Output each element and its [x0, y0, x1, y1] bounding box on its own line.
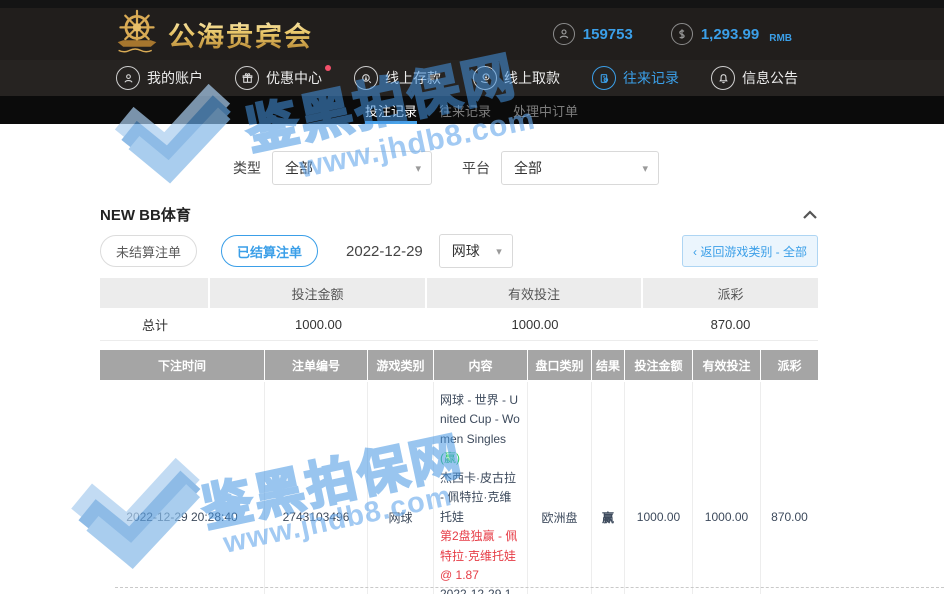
nav-item-transaction-records[interactable]: 往来记录 [592, 66, 679, 90]
brand-name: 公海贵宾会 [168, 15, 313, 54]
col-header-bet-time: 下注时间 [100, 350, 265, 380]
cell-bet-time: 2022-12-29 20:28:40 [100, 382, 265, 594]
withdraw-icon [473, 66, 497, 90]
header-account-area: 159753 1,293.99 RMB [553, 23, 792, 45]
section-header: NEW BB体育 [100, 204, 818, 225]
col-header-result: 结果 [592, 350, 625, 380]
dollar-icon [671, 23, 693, 45]
date-label: 2022-12-29 [346, 243, 423, 260]
ship-wheel-icon [112, 9, 162, 60]
brand-logo[interactable]: 公海贵宾会 [112, 9, 313, 60]
cell-valid-bet: 1000.00 [693, 382, 761, 594]
col-header-content: 内容 [434, 350, 528, 380]
summary-table: 投注金额 有效投注 派彩 总计 1000.00 1000.00 870.00 [100, 278, 818, 341]
cell-order-no: 2743103496 [265, 382, 368, 594]
platform-filter-label: 平台 [462, 158, 490, 178]
deposit-icon [354, 66, 378, 90]
section-title: NEW BB体育 [100, 204, 191, 225]
bottom-divider [115, 587, 944, 588]
subnav-item-bet-records[interactable]: 投注记录 [365, 96, 417, 124]
game-select[interactable]: 网球 ▾ [439, 234, 513, 268]
bet-match: 杰西卡·皮古拉 - 佩特拉·克维托娃 [440, 469, 521, 527]
user-icon [116, 66, 140, 90]
summary-payout: 870.00 [643, 308, 818, 341]
col-header-valid-bet: 有效投注 [693, 350, 761, 380]
subnav-item-pending-orders[interactable]: 处理中订单 [513, 96, 578, 124]
settled-orders-button[interactable]: 已结算注单 [221, 235, 318, 267]
cell-payout: 870.00 [761, 382, 818, 594]
top-header: 公海贵宾会 159753 1,293.99 RMB [0, 8, 944, 60]
chevron-down-icon: ▾ [642, 162, 648, 175]
subnav-item-transaction-records[interactable]: 往来记录 [439, 96, 491, 124]
col-header-game-type: 游戏类别 [368, 350, 434, 380]
chevron-down-icon: ▾ [496, 245, 502, 258]
nav-item-deposit[interactable]: 线上存款 [354, 66, 441, 90]
back-to-categories-button[interactable]: ‹ 返回游戏类别 - 全部 [682, 235, 818, 267]
platform-select-value: 全部 [514, 158, 634, 178]
bet-selection: 第2盘独赢 - 佩特拉·克维托娃 @ 1.87 [440, 527, 521, 585]
user-id-display[interactable]: 159753 [553, 23, 633, 45]
content: 类型 全部 ▾ 平台 全部 ▾ NEW BB体育 未结算注单 已结算注单 202… [100, 151, 818, 594]
bet-filter-row: 未结算注单 已结算注单 2022-12-29 网球 ▾ ‹ 返回游戏类别 - 全… [100, 234, 818, 268]
balance-value: 1,293.99 [701, 26, 759, 43]
cell-game-type: 网球 [368, 382, 434, 594]
nav-item-promotions[interactable]: 优惠中心 [235, 66, 322, 90]
summary-total-label: 总计 [100, 308, 210, 341]
user-icon [553, 23, 575, 45]
bet-league: 网球 - 世界 - United Cup - Women Singles [440, 393, 520, 446]
platform-select[interactable]: 全部 ▾ [501, 151, 659, 185]
game-select-value: 网球 [452, 241, 488, 261]
chevron-up-icon[interactable] [802, 210, 818, 220]
page: 公海贵宾会 159753 1,293.99 RMB [0, 0, 944, 594]
records-icon [592, 66, 616, 90]
unsettled-orders-button[interactable]: 未结算注单 [100, 235, 197, 267]
cell-result: 赢 [592, 382, 625, 594]
col-header-order-no: 注单编号 [265, 350, 368, 380]
summary-header-valid-bet: 有效投注 [427, 278, 643, 308]
type-select[interactable]: 全部 ▾ [272, 151, 432, 185]
bet-records-table: 下注时间 注单编号 游戏类别 内容 盘口类别 结果 投注金额 有效投注 派彩 2… [100, 350, 818, 594]
filter-row: 类型 全部 ▾ 平台 全部 ▾ [233, 151, 818, 185]
top-strip [0, 0, 944, 8]
bet-result-tag: (赢) [440, 451, 460, 465]
type-select-value: 全部 [285, 158, 407, 178]
col-header-payout: 派彩 [761, 350, 818, 380]
nav-item-announcements[interactable]: 信息公告 [711, 66, 798, 90]
nav-item-withdraw[interactable]: 线上取款 [473, 66, 560, 90]
summary-header-empty [100, 278, 210, 308]
bell-icon [711, 66, 735, 90]
summary-header-payout: 派彩 [643, 278, 818, 308]
user-id-value: 159753 [583, 26, 633, 43]
summary-valid-bet: 1000.00 [427, 308, 643, 341]
cell-bet-content: 网球 - 世界 - United Cup - Women Singles (赢)… [434, 382, 528, 594]
summary-bet-amount: 1000.00 [210, 308, 427, 341]
balance-display[interactable]: 1,293.99 RMB [671, 23, 792, 45]
sub-nav: 投注记录 往来记录 处理中订单 [0, 96, 944, 124]
type-filter-label: 类型 [233, 158, 261, 178]
nav-item-my-account[interactable]: 我的账户 [116, 66, 203, 90]
cell-bet-amount: 1000.00 [625, 382, 693, 594]
col-header-bet-amount: 投注金额 [625, 350, 693, 380]
col-header-market-type: 盘口类别 [528, 350, 592, 380]
summary-header-bet-amount: 投注金额 [210, 278, 427, 308]
gift-icon [235, 66, 259, 90]
notification-dot [325, 65, 331, 71]
cell-market-type: 欧洲盘 [528, 382, 592, 594]
chevron-down-icon: ▾ [415, 162, 421, 175]
main-nav: 我的账户 优惠中心 线上存款 [0, 60, 944, 96]
currency-label: RMB [769, 33, 792, 45]
